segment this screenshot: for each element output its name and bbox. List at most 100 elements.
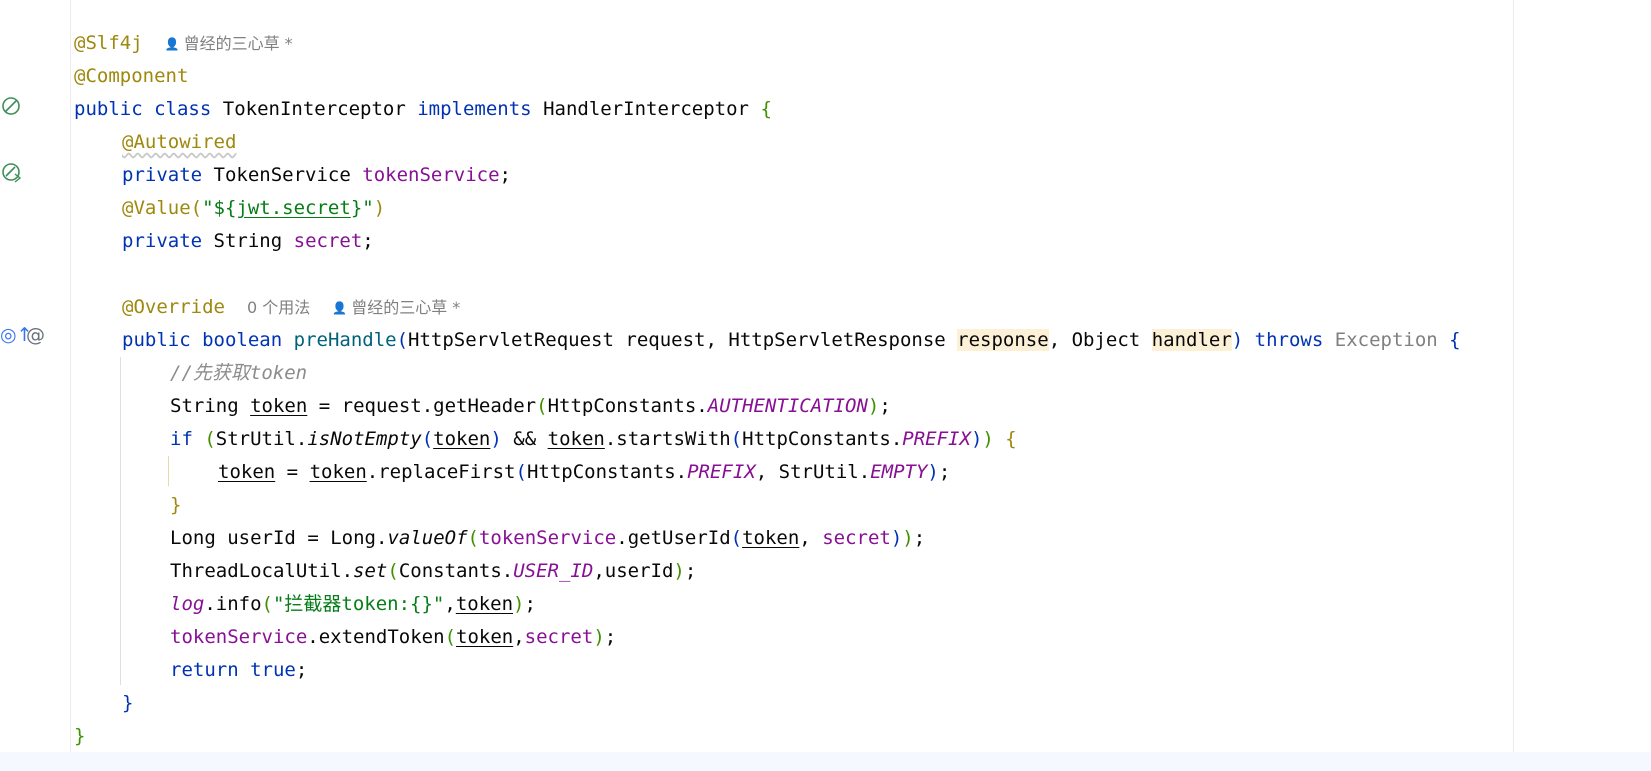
autowired-bean-icon[interactable]: [1, 162, 23, 184]
static-method: isNotEmpty: [307, 428, 422, 450]
field-name: tokenService: [478, 527, 617, 549]
property-reference[interactable]: jwt.secret: [236, 197, 350, 219]
variable: request: [341, 395, 422, 417]
comment: 先获取: [192, 362, 250, 384]
autowired-annotation: @Autowired: [122, 131, 237, 153]
keyword: boolean: [202, 329, 283, 351]
exception-type: Exception: [1334, 329, 1438, 351]
paren: ): [927, 461, 939, 483]
param-name: request: [625, 329, 706, 351]
code-line-6: @Value("${jwt.secret}"): [74, 192, 1461, 225]
comma: ,: [444, 593, 456, 615]
keyword: public: [74, 98, 143, 120]
method-call: .getHeader: [421, 395, 537, 417]
author-inlay-hint[interactable]: 👤 曾经的三心草 *: [165, 34, 293, 53]
method-call: .info: [204, 593, 262, 615]
code-line-13: if (StrUtil.isNotEmpty(token) && token.s…: [74, 423, 1461, 456]
author-name: 曾经的三心草 *: [183, 34, 293, 53]
brace: {: [760, 98, 772, 120]
gutter-separator: [70, 0, 71, 771]
brace: }: [74, 725, 86, 747]
semicolon: ;: [524, 593, 536, 615]
bean-class-icon[interactable]: [1, 96, 23, 118]
static-constant: EMPTY: [870, 461, 928, 483]
variable: token: [547, 428, 605, 450]
variable: token: [455, 593, 514, 615]
static-constant: PREFIX: [902, 428, 971, 450]
code-line-18: log.info("拦截器token:{}",token);: [74, 588, 1461, 621]
code-line-22: }: [74, 720, 1461, 753]
code-line-3: public class TokenInterceptor implements…: [74, 93, 1461, 126]
paren: ): [1231, 329, 1244, 351]
string-literal: "拦截器token:{}": [272, 593, 445, 615]
class-ref: StrUtil: [778, 461, 859, 483]
unused-param-name: handler: [1151, 329, 1232, 351]
class-ref: Long: [330, 527, 376, 549]
dot: .: [890, 428, 903, 450]
author-inlay-hint[interactable]: 👤 曾经的三心草 *: [332, 298, 460, 317]
method-call: .startsWith: [604, 428, 731, 450]
variable: token: [456, 626, 514, 648]
paren: ): [867, 395, 880, 417]
paren: ): [982, 428, 994, 450]
method-name: preHandle: [293, 329, 397, 351]
operator: &&: [513, 428, 537, 450]
dot: .: [375, 527, 388, 549]
paren: ): [673, 560, 685, 582]
code-line-15: }: [74, 489, 1461, 522]
operator: =: [318, 395, 331, 417]
brace: {: [1005, 428, 1017, 450]
variable: userId: [604, 560, 674, 582]
paren: ): [970, 428, 983, 450]
variable: token: [309, 461, 367, 483]
paren: (: [204, 428, 216, 450]
static-constant: AUTHENTICATION: [707, 395, 868, 417]
type-name: String: [213, 230, 283, 252]
semicolon: ;: [938, 461, 951, 483]
paren: (: [190, 197, 203, 219]
code-line-19: tokenService.extendToken(token,secret);: [74, 621, 1461, 654]
paren: (: [730, 428, 743, 450]
code-line-21: }: [74, 687, 1461, 720]
dot: .: [675, 461, 688, 483]
type-name: Object: [1071, 329, 1141, 351]
code-line-14: token = token.replaceFirst(HttpConstants…: [74, 456, 1461, 489]
keyword: implements: [417, 98, 532, 120]
annotation-at-icon[interactable]: @: [26, 324, 45, 346]
keyword: private: [122, 230, 203, 252]
field-name: tokenService: [170, 626, 308, 648]
variable: token: [250, 395, 308, 417]
paren: (: [387, 560, 399, 582]
code-line-2: @Component: [74, 60, 1461, 93]
variable: token: [218, 461, 276, 483]
field-name: tokenService: [362, 164, 500, 186]
usages-inlay-hint[interactable]: 0 个用法: [247, 298, 310, 317]
unused-param-name: response: [957, 329, 1049, 351]
comment: token: [249, 362, 308, 384]
keyword: true: [250, 659, 296, 681]
keyword: public: [122, 329, 191, 351]
code-line-16: Long userId = Long.valueOf(tokenService.…: [74, 522, 1461, 555]
field-name: secret: [293, 230, 363, 252]
keyword: if: [170, 428, 193, 450]
method-call: .replaceFirst: [366, 461, 516, 483]
comma: ,: [1048, 329, 1061, 351]
paren: (: [467, 527, 479, 549]
keyword: throws: [1254, 329, 1324, 351]
static-method: set: [353, 560, 388, 582]
comma: ,: [755, 461, 768, 483]
code-line-10: public boolean preHandle(HttpServletRequ…: [74, 324, 1461, 357]
dot: .: [858, 461, 871, 483]
comma: ,: [513, 626, 525, 648]
type-name: TokenService: [213, 164, 351, 186]
paren: (: [396, 329, 409, 351]
code-area[interactable]: @Slf4j 👤 曾经的三心草 * @Component public class …: [74, 27, 1461, 753]
static-constant: USER_ID: [513, 560, 594, 582]
semicolon: ;: [499, 164, 511, 186]
dot: .: [295, 428, 308, 450]
code-line-12: String token = request.getHeader(HttpCon…: [74, 390, 1461, 423]
operator: =: [307, 527, 319, 549]
paren: ): [902, 527, 914, 549]
code-line-7: private String secret;: [74, 225, 1461, 258]
